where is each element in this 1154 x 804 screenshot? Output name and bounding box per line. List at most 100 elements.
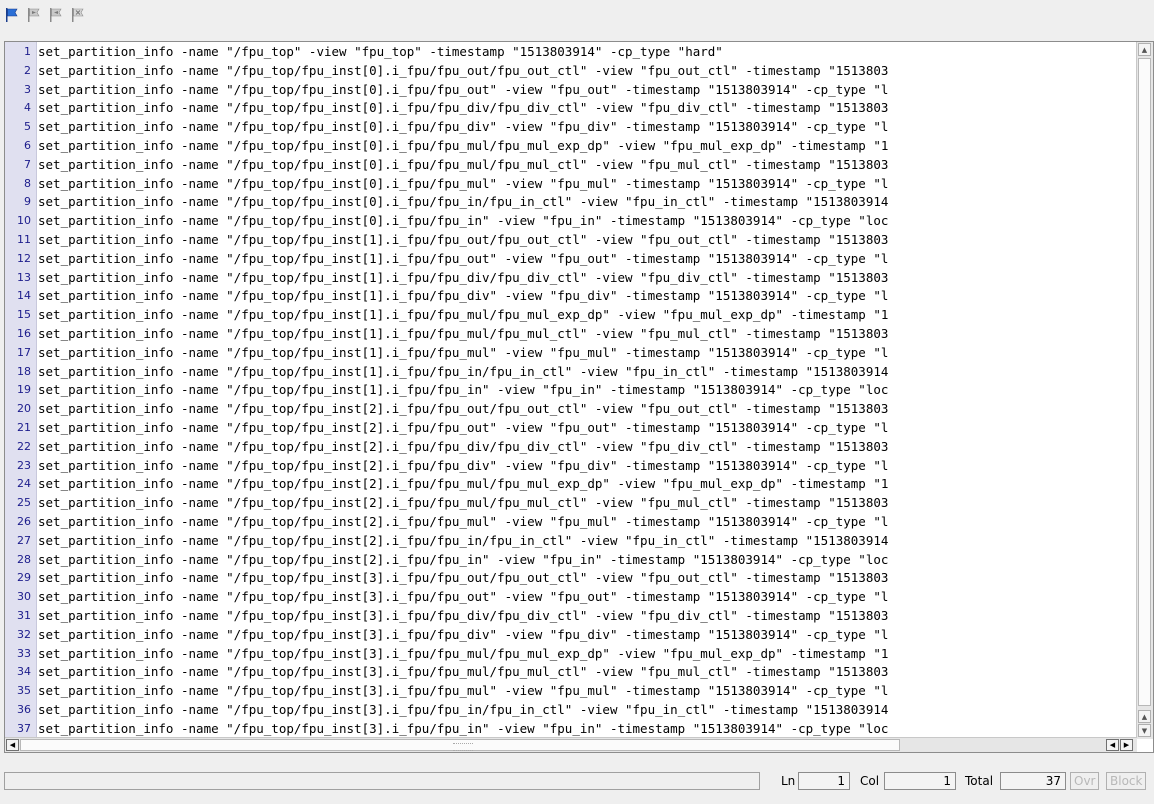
code-line[interactable]: 15 set_partition_info -name "/fpu_top/fpu… bbox=[5, 306, 1137, 325]
line-text: set_partition_info -name "/fpu_top/fpu_i… bbox=[38, 307, 889, 323]
scroll-left-button[interactable]: ◀ bbox=[6, 739, 19, 751]
line-text: set_partition_info -name "/fpu_top/fpu_i… bbox=[38, 457, 889, 473]
line-text: set_partition_info -name "/fpu_top/fpu_i… bbox=[38, 664, 889, 680]
line-text: set_partition_info -name "/fpu_top/fpu_i… bbox=[38, 626, 889, 642]
line-text: set_partition_info -name "/fpu_top/fpu_i… bbox=[38, 100, 889, 116]
scroll-down-button[interactable]: ▼ bbox=[1138, 724, 1151, 737]
arrow-up-icon: ▲ bbox=[1141, 712, 1148, 721]
code-line[interactable]: 23 set_partition_info -name "/fpu_top/fpu… bbox=[5, 457, 1137, 476]
code-line[interactable]: 9 set_partition_info -name "/fpu_top/fpu_… bbox=[5, 193, 1137, 212]
line-number: 8 bbox=[24, 176, 31, 190]
editor-text-area[interactable]: 1 set_partition_info -name "/fpu_top" -vi… bbox=[5, 43, 1137, 739]
line-text: set_partition_info -name "/fpu_top/fpu_i… bbox=[38, 382, 889, 398]
line-text: set_partition_info -name "/fpu_top/fpu_i… bbox=[38, 62, 889, 78]
arrow-up-icon: ▲ bbox=[1141, 45, 1148, 54]
line-text: set_partition_info -name "/fpu_top/fpu_i… bbox=[38, 589, 889, 605]
line-number: 10 bbox=[17, 214, 31, 228]
flag-button[interactable] bbox=[2, 4, 22, 26]
code-line[interactable]: 22 set_partition_info -name "/fpu_top/fpu… bbox=[5, 438, 1137, 457]
line-number: 9 bbox=[24, 195, 31, 209]
code-line[interactable]: 5 set_partition_info -name "/fpu_top/fpu_… bbox=[5, 118, 1137, 137]
code-line[interactable]: 25 set_partition_info -name "/fpu_top/fpu… bbox=[5, 494, 1137, 513]
arrow-left-icon: ◀ bbox=[9, 741, 16, 749]
scroll-left-button-right[interactable]: ◀ bbox=[1106, 739, 1119, 751]
flag-next-icon bbox=[28, 8, 40, 22]
code-line[interactable]: 16 set_partition_info -name "/fpu_top/fpu… bbox=[5, 325, 1137, 344]
block-indicator: Block bbox=[1106, 772, 1147, 790]
code-line[interactable]: 29 set_partition_info -name "/fpu_top/fpu… bbox=[5, 569, 1137, 588]
flag-prev-button[interactable] bbox=[46, 4, 66, 26]
code-line[interactable]: 12 set_partition_info -name "/fpu_top/fpu… bbox=[5, 250, 1137, 269]
scroll-grip bbox=[453, 743, 473, 751]
horizontal-scroll-thumb[interactable] bbox=[20, 739, 900, 751]
code-line[interactable]: 19 set_partition_info -name "/fpu_top/fpu… bbox=[5, 381, 1137, 400]
line-text: set_partition_info -name "/fpu_top/fpu_i… bbox=[38, 213, 889, 229]
line-number: 34 bbox=[17, 665, 31, 679]
code-line[interactable]: 2 set_partition_info -name "/fpu_top/fpu_… bbox=[5, 62, 1137, 81]
code-line[interactable]: 33 set_partition_info -name "/fpu_top/fpu… bbox=[5, 645, 1137, 664]
code-line[interactable]: 35 set_partition_info -name "/fpu_top/fpu… bbox=[5, 682, 1137, 701]
line-text: set_partition_info -name "/fpu_top/fpu_i… bbox=[38, 720, 889, 736]
code-line[interactable]: 18 set_partition_info -name "/fpu_top/fpu… bbox=[5, 363, 1137, 382]
scroll-right-button[interactable]: ▶ bbox=[1120, 739, 1133, 751]
code-line[interactable]: 17 set_partition_info -name "/fpu_top/fpu… bbox=[5, 344, 1137, 363]
line-number: 25 bbox=[17, 496, 31, 510]
line-number: 35 bbox=[17, 684, 31, 698]
code-line[interactable]: 7 set_partition_info -name "/fpu_top/fpu_… bbox=[5, 156, 1137, 175]
code-line[interactable]: 10 set_partition_info -name "/fpu_top/fpu… bbox=[5, 212, 1137, 231]
line-number: 14 bbox=[17, 289, 31, 303]
code-line[interactable]: 8 set_partition_info -name "/fpu_top/fpu_… bbox=[5, 175, 1137, 194]
status-message bbox=[4, 772, 760, 790]
code-line[interactable]: 13 set_partition_info -name "/fpu_top/fpu… bbox=[5, 269, 1137, 288]
line-text: set_partition_info -name "/fpu_top/fpu_i… bbox=[38, 476, 889, 492]
line-number: 36 bbox=[17, 702, 31, 716]
line-number: 4 bbox=[24, 101, 31, 115]
line-number: 5 bbox=[24, 120, 31, 134]
line-text: set_partition_info -name "/fpu_top/fpu_i… bbox=[38, 401, 889, 417]
code-line[interactable]: 37 set_partition_info -name "/fpu_top/fpu… bbox=[5, 720, 1137, 739]
line-number: 29 bbox=[17, 571, 31, 585]
line-text: set_partition_info -name "/fpu_top/fpu_i… bbox=[38, 645, 889, 661]
code-line[interactable]: 14 set_partition_info -name "/fpu_top/fpu… bbox=[5, 287, 1137, 306]
vertical-scroll-thumb[interactable] bbox=[1138, 58, 1151, 706]
line-text: set_partition_info -name "/fpu_top/fpu_i… bbox=[38, 344, 889, 360]
line-text: set_partition_info -name "/fpu_top/fpu_i… bbox=[38, 156, 889, 172]
status-bar: Ln 1 Col 1 Total 37 Ovr Block bbox=[0, 764, 1154, 804]
line-text: set_partition_info -name "/fpu_top/fpu_i… bbox=[38, 175, 889, 191]
line-number: 28 bbox=[17, 552, 31, 566]
vertical-scrollbar[interactable]: ▲ ▲ ▼ bbox=[1136, 42, 1153, 739]
line-number: 7 bbox=[24, 157, 31, 171]
code-line[interactable]: 4 set_partition_info -name "/fpu_top/fpu_… bbox=[5, 99, 1137, 118]
line-text: set_partition_info -name "/fpu_top/fpu_i… bbox=[38, 513, 889, 529]
flag-next-button[interactable] bbox=[24, 4, 44, 26]
code-line[interactable]: 24 set_partition_info -name "/fpu_top/fpu… bbox=[5, 475, 1137, 494]
flag-clear-button[interactable] bbox=[68, 4, 88, 26]
scroll-up-button-lower[interactable]: ▲ bbox=[1138, 710, 1151, 723]
code-line[interactable]: 11 set_partition_info -name "/fpu_top/fpu… bbox=[5, 231, 1137, 250]
scroll-up-button[interactable]: ▲ bbox=[1138, 43, 1151, 56]
text-editor[interactable]: 1 set_partition_info -name "/fpu_top" -vi… bbox=[4, 41, 1154, 753]
flag-clear-icon bbox=[72, 8, 84, 22]
code-line[interactable]: 36 set_partition_info -name "/fpu_top/fpu… bbox=[5, 701, 1137, 720]
code-line[interactable]: 30 set_partition_info -name "/fpu_top/fpu… bbox=[5, 588, 1137, 607]
code-line[interactable]: 34 set_partition_info -name "/fpu_top/fpu… bbox=[5, 663, 1137, 682]
line-text: set_partition_info -name "/fpu_top/fpu_i… bbox=[38, 495, 889, 511]
code-line[interactable]: 28 set_partition_info -name "/fpu_top/fpu… bbox=[5, 551, 1137, 570]
line-text: set_partition_info -name "/fpu_top/fpu_i… bbox=[38, 325, 889, 341]
code-line[interactable]: 21 set_partition_info -name "/fpu_top/fpu… bbox=[5, 419, 1137, 438]
total-label: Total bbox=[965, 774, 994, 788]
horizontal-scrollbar[interactable]: ◀ ◀ ▶ bbox=[5, 737, 1137, 752]
line-number: 16 bbox=[17, 326, 31, 340]
code-line[interactable]: 6 set_partition_info -name "/fpu_top/fpu_… bbox=[5, 137, 1137, 156]
line-number: 18 bbox=[17, 364, 31, 378]
line-text: set_partition_info -name "/fpu_top/fpu_i… bbox=[38, 363, 889, 379]
code-line[interactable]: 1 set_partition_info -name "/fpu_top" -vi… bbox=[5, 43, 1137, 62]
code-line[interactable]: 31 set_partition_info -name "/fpu_top/fpu… bbox=[5, 607, 1137, 626]
line-text: set_partition_info -name "/fpu_top/fpu_i… bbox=[38, 137, 889, 153]
code-line[interactable]: 32 set_partition_info -name "/fpu_top/fpu… bbox=[5, 626, 1137, 645]
code-line[interactable]: 26 set_partition_info -name "/fpu_top/fpu… bbox=[5, 513, 1137, 532]
line-field: 1 bbox=[798, 772, 850, 790]
code-line[interactable]: 20 set_partition_info -name "/fpu_top/fpu… bbox=[5, 400, 1137, 419]
code-line[interactable]: 3 set_partition_info -name "/fpu_top/fpu_… bbox=[5, 81, 1137, 100]
code-line[interactable]: 27 set_partition_info -name "/fpu_top/fpu… bbox=[5, 532, 1137, 551]
